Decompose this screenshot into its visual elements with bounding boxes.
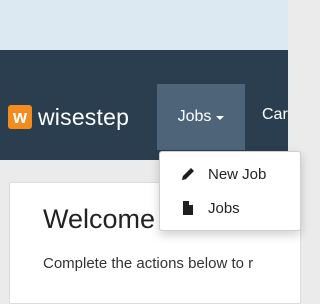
menu-item-jobs[interactable]: Jobs	[160, 193, 300, 223]
brand-name: wisestep	[38, 103, 130, 130]
brand-logo-icon: w	[8, 105, 32, 129]
brand[interactable]: w wisestep	[8, 103, 129, 131]
nav-item-next[interactable]: Car	[262, 106, 288, 124]
caret-down-icon	[216, 116, 225, 120]
nav-jobs-dropdown-toggle[interactable]: Jobs	[157, 84, 245, 150]
menu-item-new-job[interactable]: New Job	[160, 159, 300, 189]
document-icon	[180, 200, 196, 216]
jobs-dropdown-menu: New Job Jobs	[159, 151, 301, 231]
page-title: Welcome	[43, 204, 156, 234]
page-subtitle: Complete the actions below to r	[43, 255, 254, 272]
menu-item-label: Jobs	[208, 199, 240, 217]
pencil-icon	[180, 166, 196, 182]
nav-item-next-label: Car	[262, 106, 288, 123]
nav-jobs-label: Jobs	[177, 108, 212, 125]
browser-top-strip	[0, 0, 288, 50]
menu-item-label: New Job	[208, 165, 267, 183]
